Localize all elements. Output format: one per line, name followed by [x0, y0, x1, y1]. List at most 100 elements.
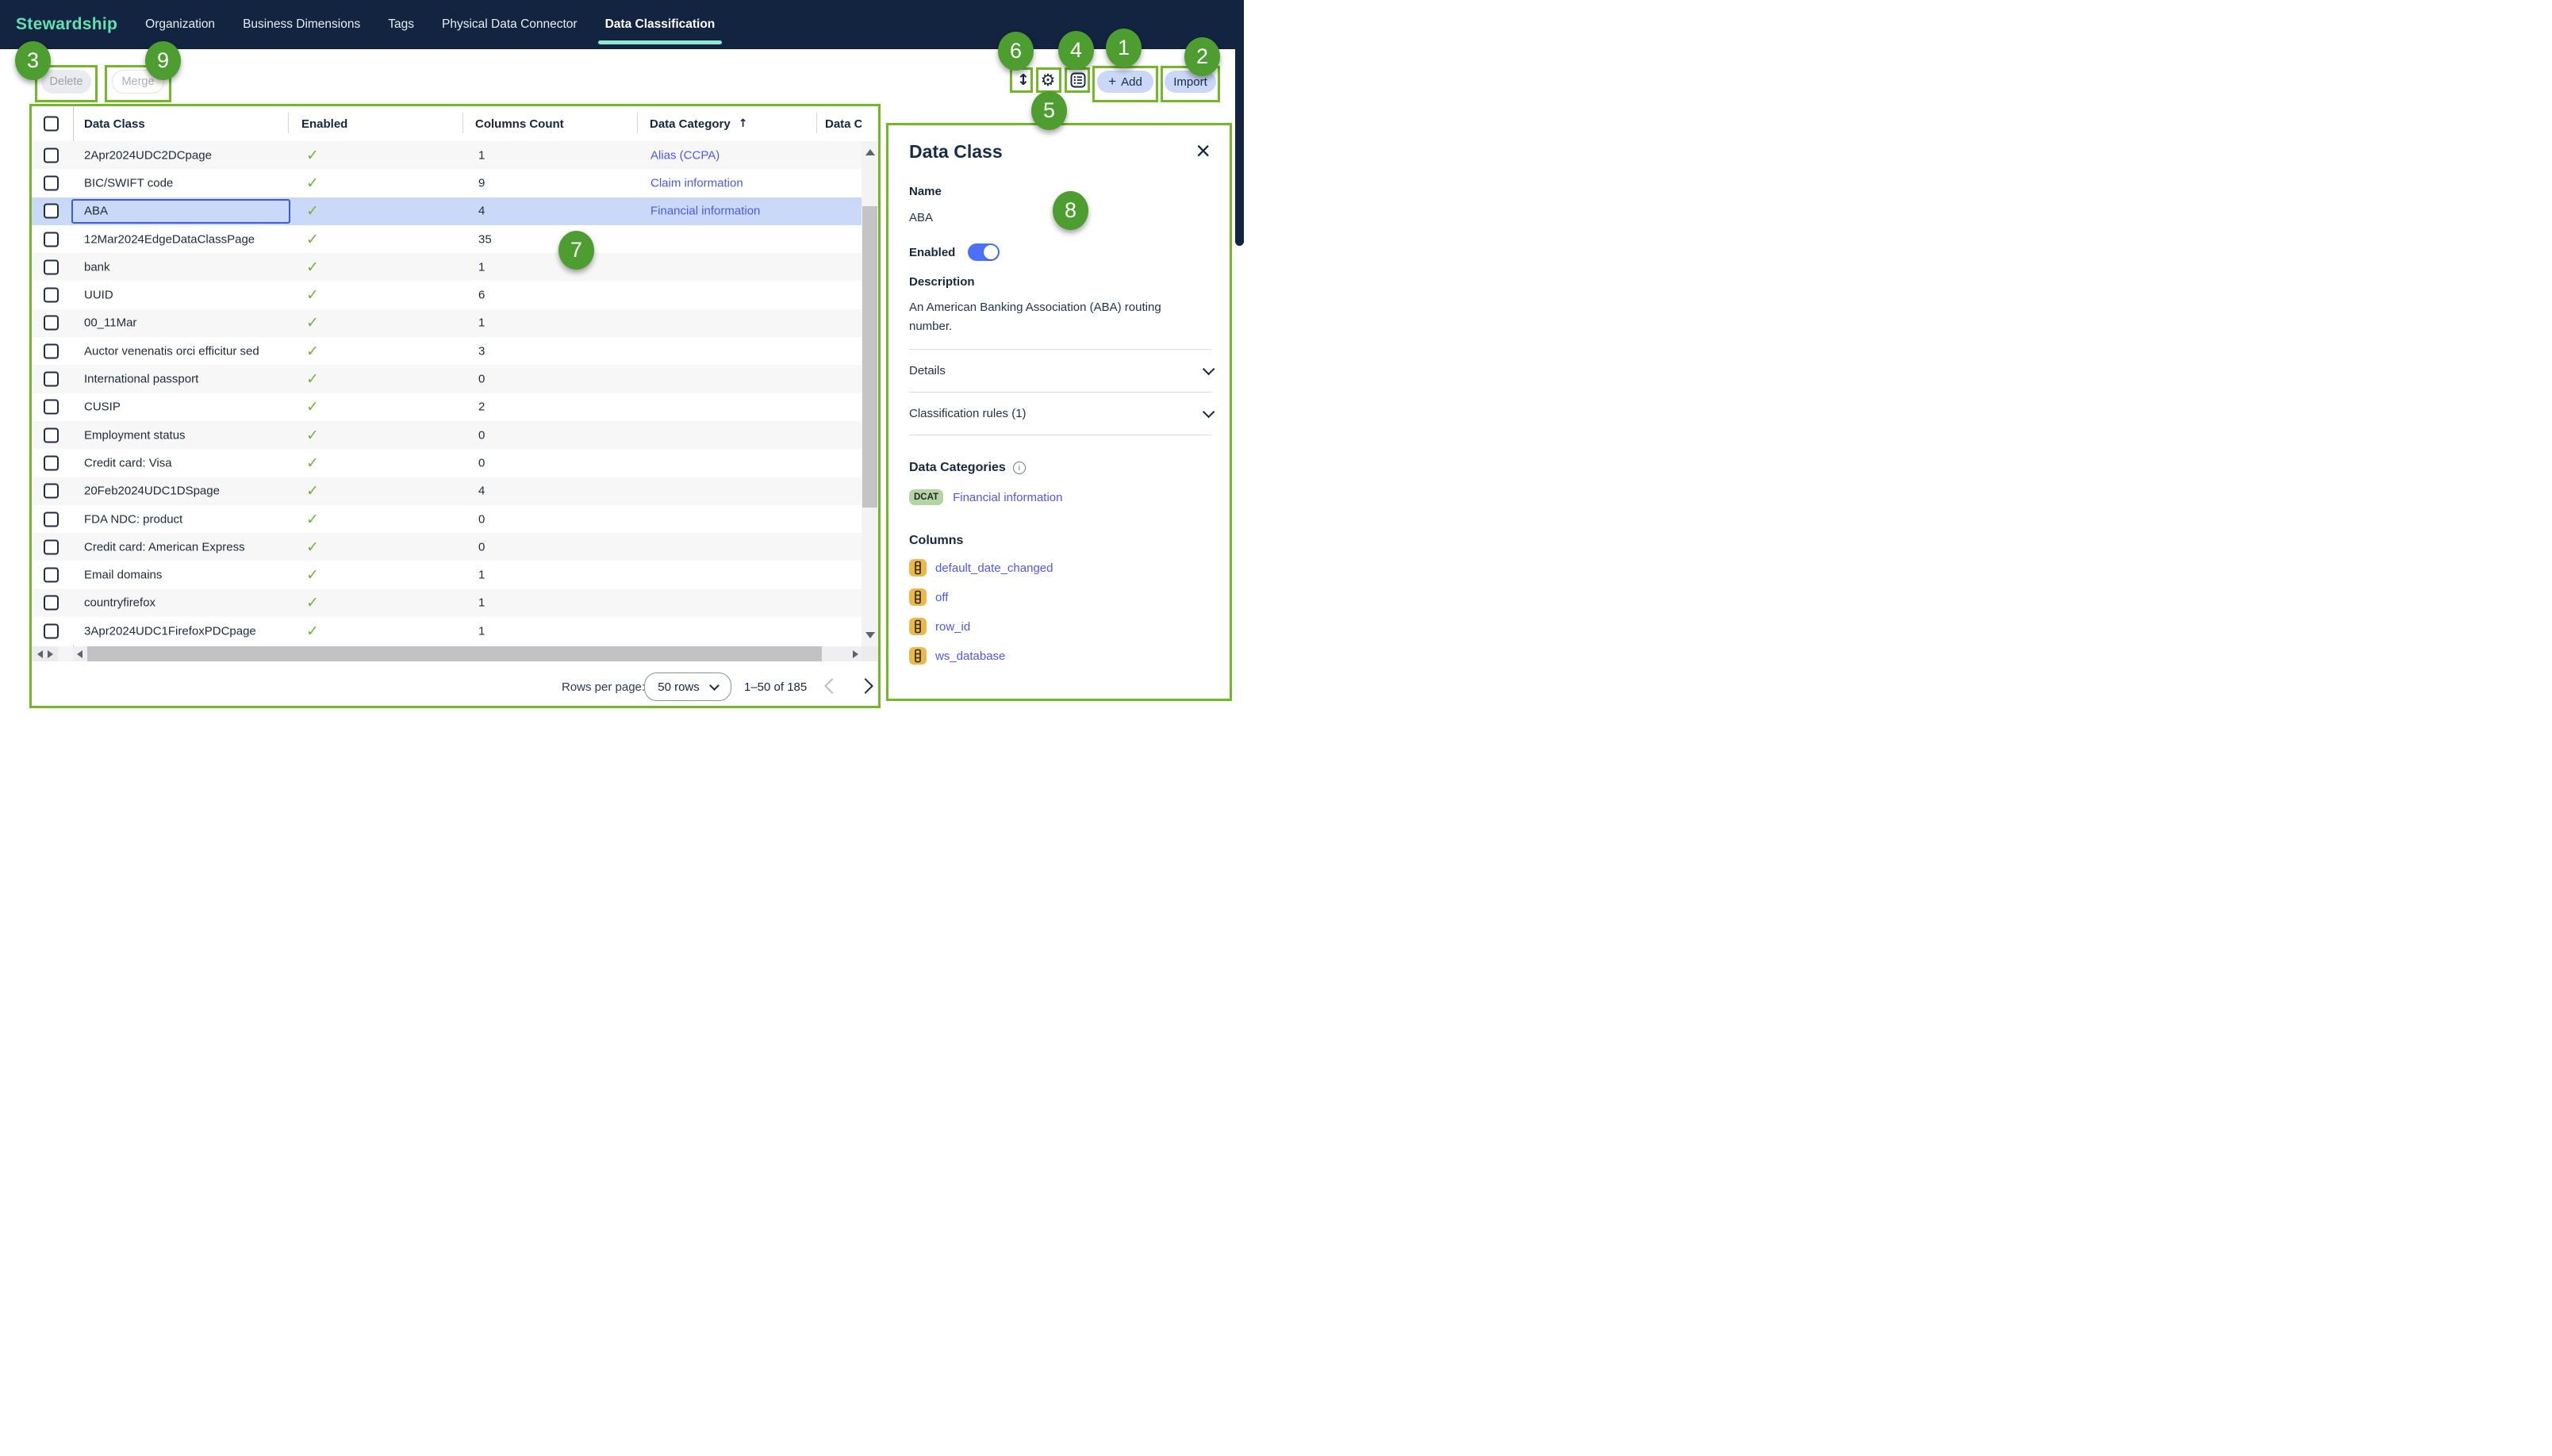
table-row[interactable]: Employment status✓0	[32, 421, 862, 449]
scroll-right-arrow[interactable]	[48, 650, 53, 658]
gear-icon[interactable]: ⚙	[1038, 70, 1058, 90]
data-class-name-cell[interactable]: CUSIP	[84, 400, 121, 414]
table-row[interactable]: Email domains✓1	[32, 561, 862, 588]
row-checkbox[interactable]	[44, 316, 59, 331]
table-row[interactable]: 3Apr2024UDC1FirefoxPDCpage✓1	[32, 617, 862, 645]
scroll-left-arrow[interactable]	[37, 650, 43, 658]
column-header-data-c-truncated[interactable]: Data C	[825, 106, 862, 141]
column-header-enabled[interactable]: Enabled	[301, 106, 347, 141]
delete-button[interactable]: Delete	[41, 70, 91, 94]
data-class-name-cell[interactable]: bank	[84, 260, 110, 274]
data-class-name-cell[interactable]: 00_11Mar	[84, 316, 136, 330]
horizontal-scrollbar[interactable]	[32, 646, 878, 661]
table-header-row: Data Class Enabled Columns Count Data Ca…	[32, 106, 862, 141]
enabled-toggle[interactable]	[968, 243, 1000, 261]
close-icon[interactable]: ×	[1195, 141, 1211, 160]
table-row[interactable]: countryfirefox✓1	[32, 589, 862, 617]
column-link[interactable]: default_date_changed	[935, 561, 1053, 575]
classification-rules-accordion[interactable]: Classification rules (1)	[909, 393, 1211, 435]
row-checkbox[interactable]	[44, 568, 59, 583]
data-class-name-cell[interactable]: Credit card: American Express	[84, 540, 245, 554]
table-row[interactable]: CUSIP✓2	[32, 393, 862, 421]
data-class-name-cell[interactable]: Auctor venenatis orci efficitur sed	[84, 344, 259, 358]
table-row[interactable]: Auctor venenatis orci efficitur sed✓3	[32, 337, 862, 365]
row-checkbox[interactable]	[44, 372, 59, 387]
data-class-name-cell[interactable]: Employment status	[84, 428, 186, 442]
data-class-name-cell[interactable]: International passport	[84, 373, 198, 386]
data-category-link[interactable]: Claim information	[650, 176, 743, 190]
row-checkbox[interactable]	[44, 232, 59, 247]
row-checkbox[interactable]	[44, 400, 59, 415]
column-link[interactable]: row_id	[935, 620, 970, 634]
data-class-name-cell[interactable]: countryfirefox	[84, 596, 155, 610]
nav-item-business-dimensions[interactable]: Business Dimensions	[243, 0, 360, 49]
data-category-link[interactable]: Financial information	[650, 205, 760, 218]
scroll-corner-buttons[interactable]	[32, 646, 58, 661]
row-checkbox[interactable]	[44, 539, 59, 554]
row-checkbox[interactable]	[44, 175, 59, 190]
data-category-link[interactable]: Alias (CCPA)	[650, 148, 720, 162]
row-checkbox[interactable]	[44, 288, 59, 303]
table-row[interactable]: 00_11Mar✓1	[32, 309, 862, 337]
table-row[interactable]: bank✓1	[32, 253, 862, 281]
row-checkbox[interactable]	[44, 204, 59, 219]
data-class-name-cell[interactable]: 2Apr2024UDC2DCpage	[84, 148, 212, 162]
table-row[interactable]: UUID✓6	[32, 281, 862, 308]
column-header-columns-count[interactable]: Columns Count	[475, 106, 564, 141]
app-logo: Stewardship	[16, 15, 117, 34]
enabled-check-icon: ✓	[306, 594, 319, 611]
nav-item-data-classification[interactable]: Data Classification	[605, 0, 716, 49]
row-checkbox[interactable]	[44, 259, 59, 274]
table-row[interactable]: BIC/SWIFT code✓9Claim information	[32, 169, 862, 197]
info-icon[interactable]: i	[1013, 462, 1026, 474]
vertical-scrollbar-thumb[interactable]	[862, 206, 877, 508]
row-checkbox[interactable]	[44, 512, 59, 527]
sort-ascending-icon[interactable]: ↑	[739, 117, 748, 130]
row-checkbox[interactable]	[44, 484, 59, 499]
row-checkbox[interactable]	[44, 623, 59, 638]
track-left-arrow[interactable]	[77, 650, 83, 658]
row-checkbox[interactable]	[44, 596, 59, 611]
scroll-up-arrow[interactable]	[865, 149, 875, 155]
data-class-name-cell[interactable]: 3Apr2024UDC1FirefoxPDCpage	[84, 624, 256, 638]
column-link[interactable]: ws_database	[935, 649, 1005, 663]
table-row[interactable]: Credit card: Visa✓0	[32, 449, 862, 477]
scroll-down-arrow[interactable]	[865, 632, 875, 638]
next-page-chevron[interactable]	[858, 678, 873, 694]
table-row[interactable]: FDA NDC: product✓0	[32, 505, 862, 533]
nav-item-tags[interactable]: Tags	[388, 0, 414, 49]
rows-per-page-select[interactable]: 50 rows	[644, 672, 731, 701]
track-right-arrow[interactable]	[853, 650, 858, 658]
table-row[interactable]: Credit card: American Express✓0	[32, 533, 862, 561]
category-link[interactable]: Financial information	[953, 491, 1062, 504]
data-class-name-cell[interactable]: BIC/SWIFT code	[84, 176, 173, 190]
row-checkbox[interactable]	[44, 427, 59, 443]
nav-item-physical-data-connector[interactable]: Physical Data Connector	[442, 0, 578, 49]
table-row[interactable]: International passport✓0	[32, 365, 862, 393]
column-header-data-class[interactable]: Data Class	[84, 106, 145, 141]
data-class-name-cell[interactable]: 20Feb2024UDC1DSpage	[84, 485, 220, 498]
column-link[interactable]: off	[935, 591, 948, 604]
row-checkbox[interactable]	[44, 148, 59, 163]
vertical-scrollbar[interactable]	[862, 141, 878, 646]
table-row[interactable]: 12Mar2024EdgeDataClassPage✓35	[32, 225, 862, 253]
row-checkbox[interactable]	[44, 343, 59, 358]
column-header-data-category[interactable]: Data Category ↑	[650, 106, 747, 141]
row-height-icon[interactable]: ↕	[1013, 70, 1034, 90]
data-class-name-cell[interactable]: ABA	[84, 205, 108, 218]
data-class-name-cell[interactable]: Email domains	[84, 569, 162, 582]
add-button[interactable]: + Add	[1097, 71, 1153, 93]
table-row[interactable]: 20Feb2024UDC1DSpage✓4	[32, 477, 862, 505]
row-checkbox[interactable]	[44, 455, 59, 470]
table-row[interactable]: ABA✓4Financial information	[32, 197, 862, 225]
data-class-name-cell[interactable]: Credit card: Visa	[84, 456, 172, 469]
table-row[interactable]: 2Apr2024UDC2DCpage✓1Alias (CCPA)	[32, 141, 862, 169]
details-accordion[interactable]: Details	[909, 350, 1211, 392]
horizontal-scrollbar-thumb[interactable]	[87, 646, 822, 661]
column-settings-icon[interactable]	[1068, 70, 1088, 90]
data-class-name-cell[interactable]: UUID	[84, 289, 113, 302]
select-all-checkbox[interactable]	[44, 117, 59, 132]
previous-page-chevron[interactable]	[824, 678, 840, 694]
data-class-name-cell[interactable]: 12Mar2024EdgeDataClassPage	[84, 232, 255, 246]
data-class-name-cell[interactable]: FDA NDC: product	[84, 512, 182, 526]
